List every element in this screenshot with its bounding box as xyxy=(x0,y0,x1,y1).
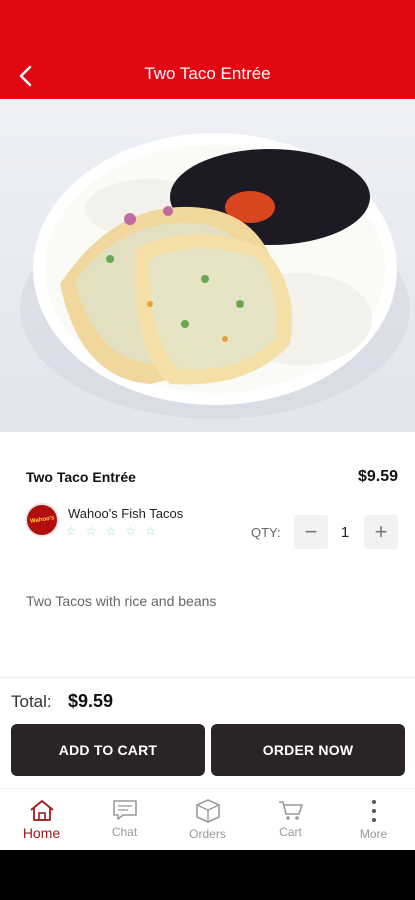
tab-more[interactable]: More xyxy=(332,789,415,851)
app-header: Two Taco Entrée xyxy=(0,0,415,99)
total-value: $9.59 xyxy=(68,691,114,711)
bottom-tab-bar: Home Chat Orders Cart More xyxy=(0,788,415,850)
item-price: $9.59 xyxy=(357,468,398,485)
divider xyxy=(0,677,415,678)
chat-icon xyxy=(112,800,137,820)
item-name: Two Taco Entrée xyxy=(26,469,136,485)
quantity-value: 1 xyxy=(340,524,350,541)
tab-home-label: Home xyxy=(22,825,61,841)
tab-cart[interactable]: Cart xyxy=(249,789,332,851)
tab-home[interactable]: Home xyxy=(0,789,83,851)
restaurant-name: Wahoo's Fish Tacos xyxy=(68,506,184,521)
add-to-cart-button[interactable]: ADD TO CART xyxy=(11,724,205,776)
quantity-label: QTY: xyxy=(251,525,281,540)
tab-more-label: More xyxy=(359,827,388,841)
rating-stars: ☆ ☆ ☆ ☆ ☆ xyxy=(66,524,156,538)
tab-chat[interactable]: Chat xyxy=(83,789,166,851)
star-outline-icon: ☆ xyxy=(105,524,117,538)
tab-orders-label: Orders xyxy=(189,827,226,841)
item-description: Two Tacos with rice and beans xyxy=(26,593,217,609)
restaurant-logo-text: Wahoo's xyxy=(29,515,55,525)
quantity-decrease-button[interactable]: − xyxy=(294,515,328,549)
item-details: Two Taco Entrée $9.59 Wahoo's Wahoo's Fi… xyxy=(0,432,415,678)
tab-orders[interactable]: Orders xyxy=(166,789,249,851)
home-icon xyxy=(29,800,54,821)
box-icon xyxy=(195,799,220,823)
star-outline-icon: ☆ xyxy=(66,524,77,538)
tab-cart-label: Cart xyxy=(279,825,302,839)
restaurant-logo: Wahoo's xyxy=(25,503,59,537)
quantity-increase-button[interactable]: + xyxy=(364,515,398,549)
total-label: Total: xyxy=(11,692,52,711)
star-outline-icon: ☆ xyxy=(85,524,97,538)
cart-icon xyxy=(278,801,303,820)
order-now-button[interactable]: ORDER NOW xyxy=(211,724,405,776)
food-photo xyxy=(0,99,415,432)
system-navigation-bar xyxy=(0,850,415,900)
page-title: Two Taco Entrée xyxy=(144,64,271,83)
more-vertical-icon xyxy=(371,800,376,822)
star-outline-icon: ☆ xyxy=(125,524,137,538)
tab-chat-label: Chat xyxy=(111,825,138,839)
star-outline-icon: ☆ xyxy=(145,524,156,538)
